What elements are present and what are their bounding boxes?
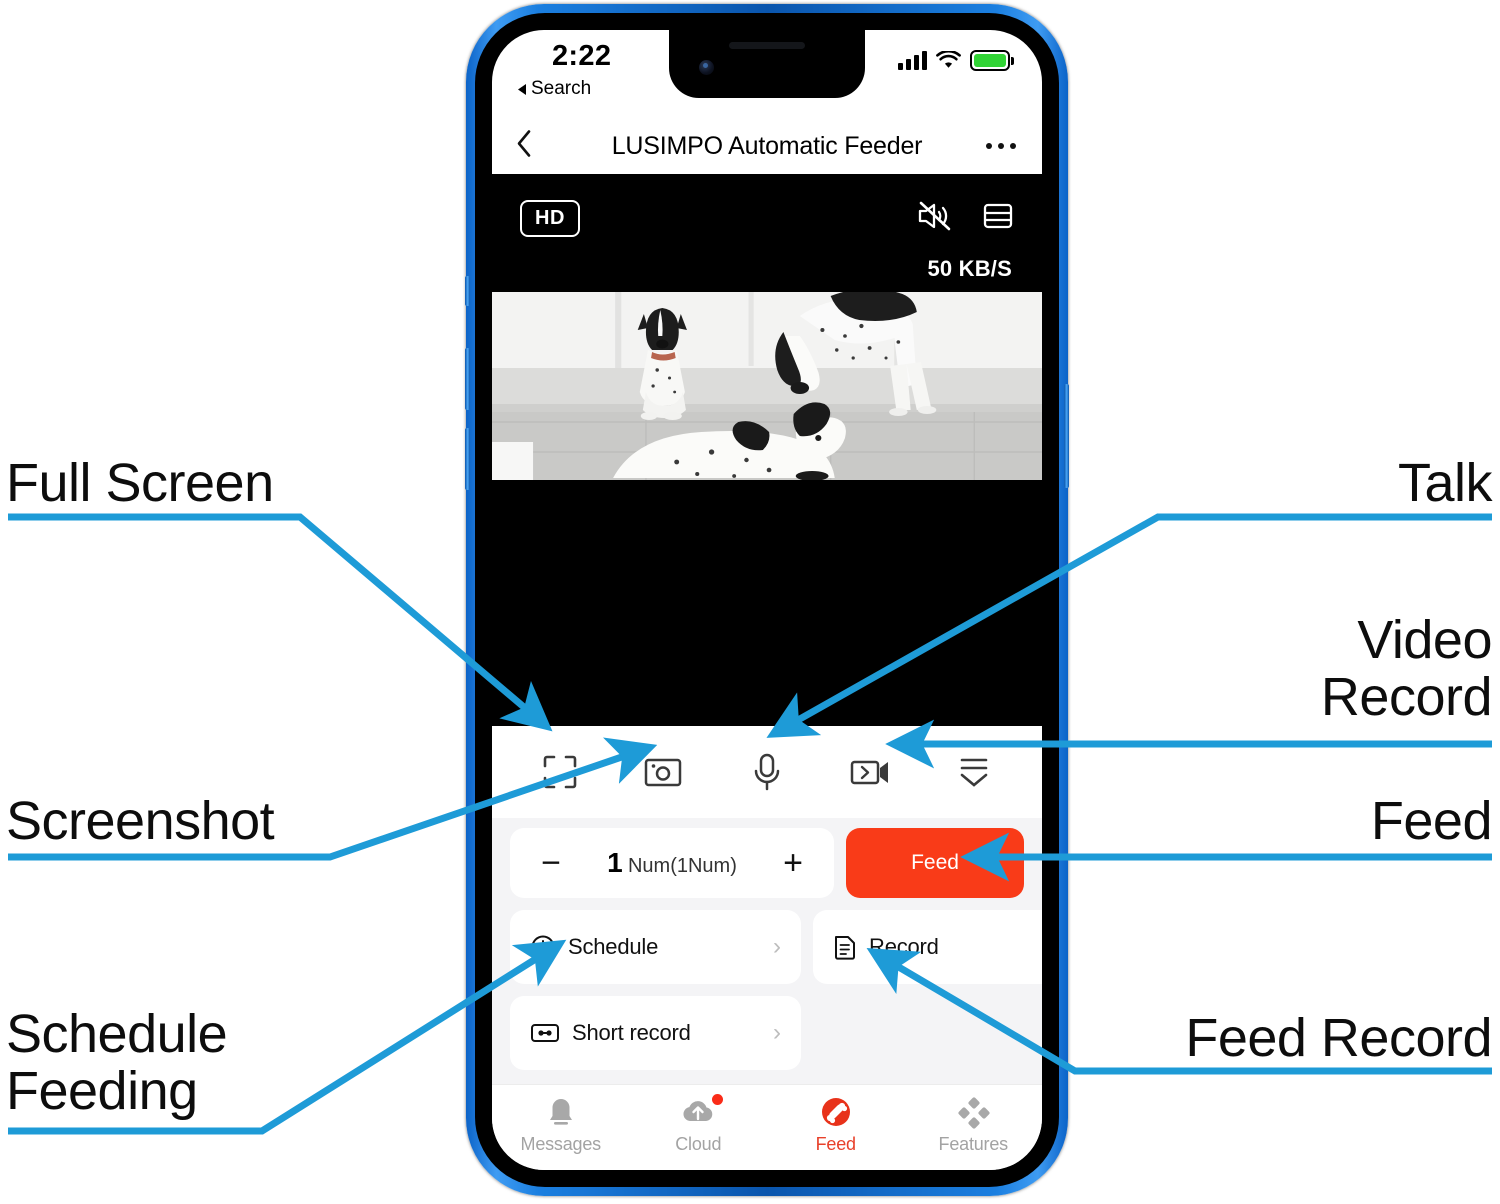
clock-icon (531, 935, 555, 959)
talk-button[interactable] (735, 740, 799, 804)
page-title: LUSIMPO Automatic Feeder (611, 131, 923, 160)
tab-features[interactable]: Features (905, 1095, 1043, 1155)
front-camera-icon (699, 60, 714, 75)
record-card[interactable]: Record › (813, 910, 1042, 984)
annotation-label-screenshot: Screenshot (6, 791, 275, 851)
cloud-notification-badge (712, 1094, 724, 1105)
tab-messages-label: Messages (520, 1134, 602, 1154)
cloud-upload-icon (683, 1101, 713, 1121)
camera-snapshot-icon (645, 758, 682, 787)
short-record-label: Short record (572, 1020, 691, 1045)
schedule-card[interactable]: Schedule › (510, 910, 801, 984)
tab-feed-label: Feed (815, 1134, 856, 1154)
bone-icon (821, 1098, 850, 1126)
feed-amount-unit: Num(1Num) (627, 855, 737, 877)
media-controls-row (492, 726, 1042, 818)
collapse-panel-button[interactable] (942, 740, 1006, 804)
triangle-left-icon (518, 83, 526, 95)
mute-switch[interactable] (465, 276, 470, 306)
notch (669, 30, 865, 98)
annotation-label-schedule-feeding: Schedule Feeding (6, 1004, 228, 1122)
phone-screen: 2:22 Search LUSIMPO Automatic Feeder HD … (492, 30, 1042, 1170)
feed-amount-number: 1 (607, 847, 623, 878)
live-stream-frame[interactable] (492, 292, 1042, 480)
earpiece-speaker-icon (729, 42, 805, 49)
screenshot-button[interactable] (631, 740, 695, 804)
tab-cloud-label: Cloud (675, 1134, 722, 1154)
tab-features-label: Features (938, 1134, 1009, 1154)
feed-amount-row: − 1 Num(1Num) + Feed (492, 818, 1042, 898)
document-icon (835, 936, 855, 960)
control-sheet: − 1 Num(1Num) + Feed Schedule › Record S… (492, 726, 1042, 1170)
wifi-icon (936, 51, 961, 68)
back-to-search-label: Search (531, 78, 592, 99)
video-player[interactable]: HD 50 KB/S (492, 174, 1042, 726)
shortcut-row-bottom: Short record › (492, 984, 1042, 1084)
power-button[interactable] (1064, 384, 1069, 488)
annotation-label-full-screen: Full Screen (6, 453, 274, 513)
grid-diamond-icon (958, 1097, 990, 1129)
battery-full-icon (970, 50, 1014, 71)
record-label: Record (869, 934, 939, 959)
tab-cloud[interactable]: Cloud (630, 1094, 768, 1155)
annotation-label-video-record: Video Record (1320, 610, 1493, 728)
annotation-label-feed-record: Feed Record (1185, 1008, 1492, 1068)
phone-mockup: 2:22 Search LUSIMPO Automatic Feeder HD … (465, 4, 1069, 1196)
collapse-panel-icon (960, 758, 988, 787)
cassette-icon (531, 1024, 559, 1042)
back-to-search-link[interactable]: Search (516, 78, 591, 100)
bitrate-label: 50 KB/S (927, 256, 1012, 281)
cellular-bars-icon (898, 51, 927, 70)
bell-icon (549, 1099, 572, 1125)
short-record-card[interactable]: Short record › (510, 996, 801, 1070)
bottom-tab-bar: Messages Cloud Feed Features (492, 1084, 1042, 1170)
tab-messages[interactable]: Messages (492, 1095, 630, 1155)
mute-button[interactable] (916, 200, 952, 237)
status-icons (898, 50, 1014, 71)
fullscreen-button[interactable] (528, 740, 592, 804)
status-time: 2:22 (552, 40, 612, 72)
layout-button[interactable] (982, 200, 1014, 237)
video-top-bar: HD (492, 196, 1042, 240)
increase-amount-button[interactable]: + (778, 846, 808, 880)
volume-up-button[interactable] (465, 348, 470, 410)
hd-quality-badge[interactable]: HD (520, 199, 580, 237)
tab-feed[interactable]: Feed (767, 1095, 905, 1155)
video-record-button[interactable] (839, 740, 903, 804)
feed-amount-stepper[interactable]: − 1 Num(1Num) + (510, 828, 834, 898)
arrow-full-screen (8, 513, 553, 732)
annotation-label-feed: Feed (1370, 791, 1493, 851)
stream-illustration (492, 292, 1042, 480)
more-options-button[interactable] (986, 143, 1016, 149)
speaker-muted-icon (918, 201, 951, 230)
shortcut-row-top: Schedule › Record › (492, 898, 1042, 984)
fullscreen-corners-icon (543, 755, 577, 789)
schedule-label: Schedule (568, 934, 659, 959)
feed-button[interactable]: Feed (846, 828, 1024, 898)
annotation-label-talk: Talk (1397, 453, 1493, 513)
chevron-right-icon: › (773, 933, 781, 960)
volume-down-button[interactable] (465, 428, 470, 490)
chevron-right-icon: › (773, 1019, 781, 1046)
nav-bar: LUSIMPO Automatic Feeder (492, 118, 1042, 174)
decrease-amount-button[interactable]: − (536, 846, 566, 880)
split-view-icon (983, 203, 1013, 228)
microphone-icon (754, 753, 780, 791)
feed-amount-value: 1 Num(1Num) (607, 847, 737, 879)
video-camera-icon (850, 760, 888, 785)
